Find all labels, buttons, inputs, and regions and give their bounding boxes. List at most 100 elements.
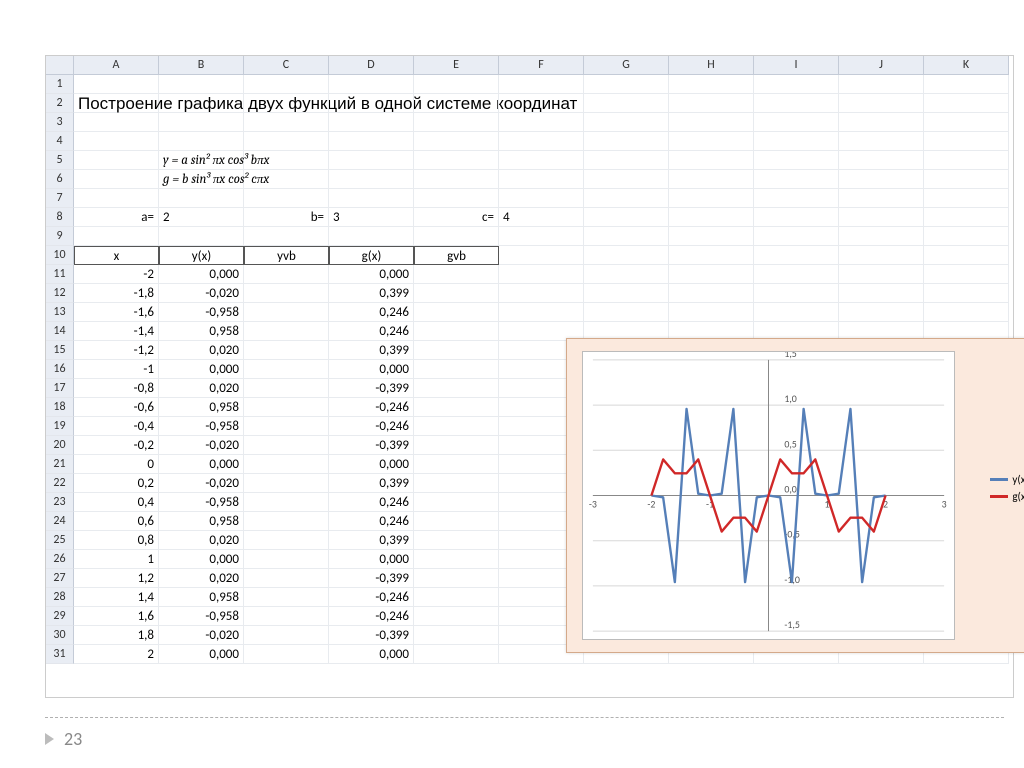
cell-C20[interactable] (244, 436, 329, 455)
cell-D27[interactable]: -0,399 (329, 569, 414, 588)
cell-J5[interactable] (839, 151, 924, 170)
cell-A9[interactable] (74, 227, 159, 246)
cell-B4[interactable] (159, 132, 244, 151)
cell-G7[interactable] (584, 189, 669, 208)
cell-A19[interactable]: -0,4 (74, 417, 159, 436)
cell-F5[interactable] (499, 151, 584, 170)
cell-K11[interactable] (924, 265, 1009, 284)
cell-B15[interactable]: 0,020 (159, 341, 244, 360)
cell-B5[interactable]: y = a sin² πx cos³ bπx (159, 151, 244, 170)
cell-C31[interactable] (244, 645, 329, 664)
row-hdr-10[interactable]: 10 (46, 246, 74, 265)
cell-B17[interactable]: 0,020 (159, 379, 244, 398)
cell-B7[interactable] (159, 189, 244, 208)
cell-K12[interactable] (924, 284, 1009, 303)
row-hdr-23[interactable]: 23 (46, 493, 74, 512)
cell-J3[interactable] (839, 113, 924, 132)
row-hdr-26[interactable]: 26 (46, 550, 74, 569)
cell-E5[interactable] (414, 151, 499, 170)
cell-C18[interactable] (244, 398, 329, 417)
row-hdr-13[interactable]: 13 (46, 303, 74, 322)
row-hdr-12[interactable]: 12 (46, 284, 74, 303)
cell-B21[interactable]: 0,000 (159, 455, 244, 474)
cell-E30[interactable] (414, 626, 499, 645)
cell-D6[interactable] (329, 170, 414, 189)
cell-A5[interactable] (74, 151, 159, 170)
cell-C14[interactable] (244, 322, 329, 341)
cell-E18[interactable] (414, 398, 499, 417)
cell-E13[interactable] (414, 303, 499, 322)
cell-E25[interactable] (414, 531, 499, 550)
col-hdr-K[interactable]: K (924, 56, 1009, 75)
cell-A3[interactable] (74, 113, 159, 132)
cell-C23[interactable] (244, 493, 329, 512)
cell-J2[interactable] (839, 94, 924, 113)
row-hdr-4[interactable]: 4 (46, 132, 74, 151)
cell-A23[interactable]: 0,4 (74, 493, 159, 512)
cell-A21[interactable]: 0 (74, 455, 159, 474)
cell-H12[interactable] (669, 284, 754, 303)
col-hdr-J[interactable]: J (839, 56, 924, 75)
cell-K4[interactable] (924, 132, 1009, 151)
cell-A15[interactable]: -1,2 (74, 341, 159, 360)
row-hdr-28[interactable]: 28 (46, 588, 74, 607)
row-hdr-20[interactable]: 20 (46, 436, 74, 455)
row-hdr-1[interactable]: 1 (46, 75, 74, 94)
cell-F9[interactable] (499, 227, 584, 246)
cell-G12[interactable] (584, 284, 669, 303)
cell-A8[interactable]: a= (74, 208, 159, 227)
cell-G10[interactable] (584, 246, 669, 265)
row-hdr-30[interactable]: 30 (46, 626, 74, 645)
cell-A30[interactable]: 1,8 (74, 626, 159, 645)
cell-H4[interactable] (669, 132, 754, 151)
cell-F2[interactable] (499, 94, 584, 113)
cell-I4[interactable] (754, 132, 839, 151)
cell-J8[interactable] (839, 208, 924, 227)
cell-A20[interactable]: -0,2 (74, 436, 159, 455)
col-hdr-H[interactable]: H (669, 56, 754, 75)
cell-F11[interactable] (499, 265, 584, 284)
cell-K1[interactable] (924, 75, 1009, 94)
cell-E1[interactable] (414, 75, 499, 94)
cell-H2[interactable] (669, 94, 754, 113)
row-hdr-22[interactable]: 22 (46, 474, 74, 493)
cell-B14[interactable]: 0,958 (159, 322, 244, 341)
cell-I5[interactable] (754, 151, 839, 170)
cell-D31[interactable]: 0,000 (329, 645, 414, 664)
cell-D17[interactable]: -0,399 (329, 379, 414, 398)
cell-E10[interactable]: gvb (414, 246, 499, 265)
cell-C13[interactable] (244, 303, 329, 322)
cell-E22[interactable] (414, 474, 499, 493)
row-hdr-6[interactable]: 6 (46, 170, 74, 189)
cell-C3[interactable] (244, 113, 329, 132)
cell-F7[interactable] (499, 189, 584, 208)
cell-B25[interactable]: 0,020 (159, 531, 244, 550)
cell-B6[interactable]: g = b sin³ πx cos² cπx (159, 170, 244, 189)
cell-A17[interactable]: -0,8 (74, 379, 159, 398)
cell-E20[interactable] (414, 436, 499, 455)
cell-F10[interactable] (499, 246, 584, 265)
cell-D23[interactable]: 0,246 (329, 493, 414, 512)
cell-K8[interactable] (924, 208, 1009, 227)
cell-C19[interactable] (244, 417, 329, 436)
cell-E27[interactable] (414, 569, 499, 588)
cell-E14[interactable] (414, 322, 499, 341)
cell-E2[interactable] (414, 94, 499, 113)
cell-I6[interactable] (754, 170, 839, 189)
cell-C8[interactable]: b= (244, 208, 329, 227)
row-hdr-15[interactable]: 15 (46, 341, 74, 360)
cell-D9[interactable] (329, 227, 414, 246)
cell-B31[interactable]: 0,000 (159, 645, 244, 664)
select-all-cell[interactable] (46, 56, 74, 75)
cell-D2[interactable] (329, 94, 414, 113)
cell-A7[interactable] (74, 189, 159, 208)
cell-B23[interactable]: -0,958 (159, 493, 244, 512)
cell-H13[interactable] (669, 303, 754, 322)
cell-C16[interactable] (244, 360, 329, 379)
cell-C9[interactable] (244, 227, 329, 246)
cell-D28[interactable]: -0,246 (329, 588, 414, 607)
cell-I11[interactable] (754, 265, 839, 284)
cell-B13[interactable]: -0,958 (159, 303, 244, 322)
cell-G9[interactable] (584, 227, 669, 246)
cell-E15[interactable] (414, 341, 499, 360)
